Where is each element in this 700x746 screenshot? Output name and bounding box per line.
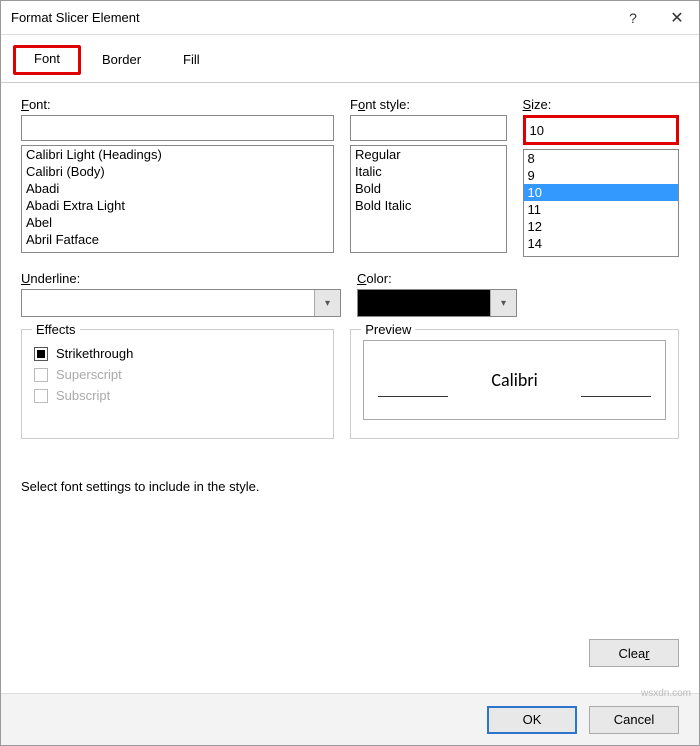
dialog-title: Format Slicer Element <box>11 10 611 25</box>
close-button[interactable]: ✕ <box>655 1 699 35</box>
preview-baseline <box>378 396 448 397</box>
list-item[interactable]: Abadi <box>22 180 333 197</box>
underline-combo[interactable]: ▾ <box>21 289 341 317</box>
chevron-down-icon[interactable]: ▾ <box>490 290 516 316</box>
subscript-checkbox <box>34 389 48 403</box>
list-item[interactable]: Calibri (Body) <box>22 163 333 180</box>
list-item[interactable]: Abril Fatface <box>22 231 333 248</box>
list-item[interactable]: 8 <box>524 150 679 167</box>
effects-group: Effects Strikethrough Superscript Subscr… <box>21 329 334 439</box>
ok-button[interactable]: OK <box>487 706 577 734</box>
font-style-input[interactable] <box>350 115 507 141</box>
cancel-button[interactable]: Cancel <box>589 706 679 734</box>
list-item[interactable]: Italic <box>351 163 506 180</box>
tab-strip: Font Border Fill <box>1 35 699 83</box>
subscript-label: Subscript <box>56 388 110 403</box>
list-item[interactable]: Calibri Light (Headings) <box>22 146 333 163</box>
format-slicer-dialog: Format Slicer Element ? ✕ Font Border Fi… <box>0 0 700 746</box>
preview-box: Calibri <box>363 340 666 420</box>
size-input[interactable] <box>523 115 680 145</box>
list-item[interactable]: Bold Italic <box>351 197 506 214</box>
list-item[interactable]: Abadi Extra Light <box>22 197 333 214</box>
effects-legend: Effects <box>32 322 80 337</box>
strikethrough-label: Strikethrough <box>56 346 133 361</box>
superscript-label: Superscript <box>56 367 122 382</box>
preview-group: Preview Calibri <box>350 329 679 439</box>
size-listbox[interactable]: 8 9 10 11 12 14 <box>523 149 680 257</box>
tab-fill[interactable]: Fill <box>162 45 221 75</box>
strikethrough-checkbox[interactable] <box>34 347 48 361</box>
font-label: Font: <box>21 97 334 112</box>
list-item[interactable]: 14 <box>524 235 679 252</box>
list-item[interactable]: 12 <box>524 218 679 235</box>
strikethrough-row[interactable]: Strikethrough <box>34 346 321 361</box>
preview-baseline <box>581 396 651 397</box>
font-style-listbox[interactable]: Regular Italic Bold Bold Italic <box>350 145 507 253</box>
list-item[interactable]: 11 <box>524 201 679 218</box>
preview-legend: Preview <box>361 322 415 337</box>
font-listbox[interactable]: Calibri Light (Headings) Calibri (Body) … <box>21 145 334 253</box>
font-style-label: Font style: <box>350 97 507 112</box>
chevron-down-icon[interactable]: ▾ <box>314 290 340 316</box>
superscript-checkbox <box>34 368 48 382</box>
list-item[interactable]: Bold <box>351 180 506 197</box>
list-item[interactable]: 9 <box>524 167 679 184</box>
tab-border[interactable]: Border <box>81 45 162 75</box>
color-combo[interactable]: ▾ <box>357 289 517 317</box>
tab-content: Font: Calibri Light (Headings) Calibri (… <box>1 83 699 494</box>
help-text: Select font settings to include in the s… <box>21 479 679 494</box>
list-item[interactable]: Abel <box>22 214 333 231</box>
superscript-row: Superscript <box>34 367 321 382</box>
list-item[interactable]: 10 <box>524 184 679 201</box>
titlebar: Format Slicer Element ? ✕ <box>1 1 699 35</box>
underline-value <box>22 290 314 316</box>
watermark: wsxdn.com <box>641 688 691 699</box>
color-swatch <box>358 290 490 316</box>
size-label: Size: <box>523 97 680 112</box>
dialog-footer: OK Cancel <box>1 693 699 745</box>
tab-font[interactable]: Font <box>13 45 81 75</box>
underline-label: Underline: <box>21 271 341 286</box>
preview-text: Calibri <box>491 369 537 391</box>
clear-button[interactable]: Clear <box>589 639 679 667</box>
help-button[interactable]: ? <box>611 1 655 35</box>
color-label: Color: <box>357 271 517 286</box>
subscript-row: Subscript <box>34 388 321 403</box>
list-item[interactable]: Regular <box>351 146 506 163</box>
font-input[interactable] <box>21 115 334 141</box>
